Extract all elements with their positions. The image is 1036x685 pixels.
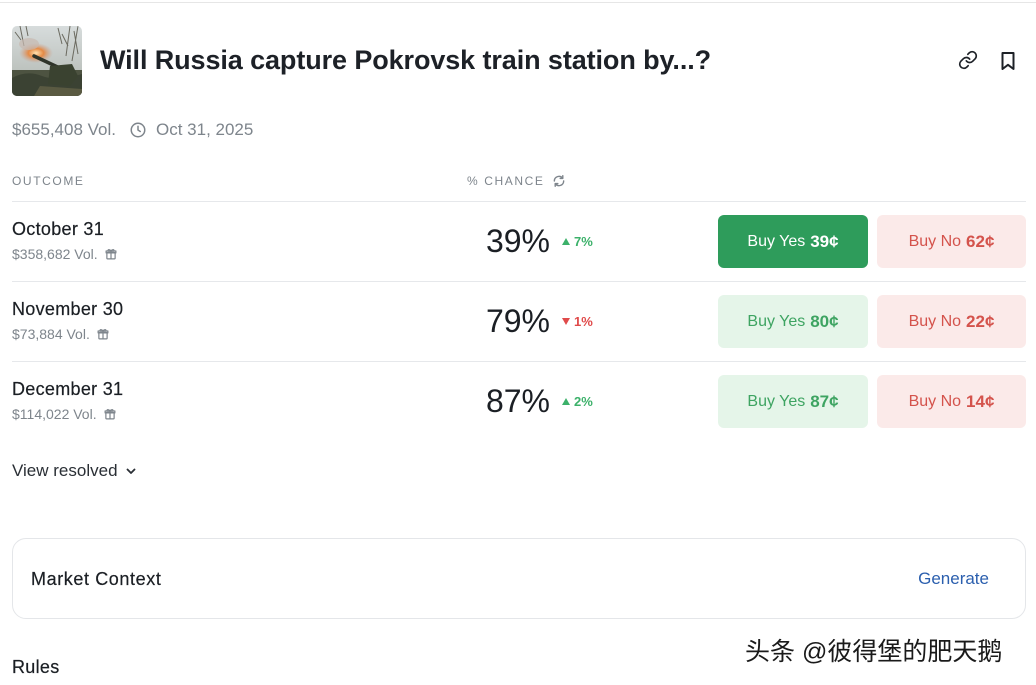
buy-no-price: 62¢ <box>966 231 995 251</box>
outcome-volume: $358,682 Vol. <box>12 246 98 262</box>
outcome-row[interactable]: November 30 $73,884 Vol. 79% 1% Buy Yes … <box>0 282 1036 361</box>
outcome-volume-line: $358,682 Vol. <box>12 245 117 263</box>
triangle-up-icon <box>562 237 570 245</box>
buy-no-label: Buy No <box>908 392 962 410</box>
gift-icon[interactable] <box>105 248 117 260</box>
buy-no-label: Buy No <box>908 232 962 250</box>
market-title: Will Russia capture Pokrovsk train stati… <box>100 45 712 75</box>
chance-change: 2% <box>562 393 593 409</box>
market-end-date: Oct 31, 2025 <box>156 120 254 139</box>
buy-no-label: Buy No <box>908 312 962 330</box>
outcome-chance: 39% <box>485 223 550 259</box>
buy-no-button[interactable]: Buy No 14¢ <box>877 375 1026 428</box>
outcome-volume: $73,884 Vol. <box>12 326 90 342</box>
refresh-icon[interactable] <box>552 174 566 188</box>
outcome-label: December 31 <box>12 379 124 399</box>
buy-yes-button[interactable]: Buy Yes 87¢ <box>718 375 868 428</box>
buy-no-button[interactable]: Buy No 62¢ <box>877 215 1026 268</box>
buy-yes-button[interactable]: Buy Yes 80¢ <box>718 295 868 348</box>
view-resolved-label: View resolved <box>12 461 118 480</box>
buy-yes-label: Buy Yes <box>747 232 806 250</box>
market-context-card: Market Context Generate <box>12 538 1026 619</box>
outcome-volume-line: $114,022 Vol. <box>12 405 116 423</box>
gift-icon[interactable] <box>97 328 109 340</box>
buy-yes-label: Buy Yes <box>747 312 806 330</box>
buy-yes-price: 80¢ <box>810 311 839 331</box>
bookmark-icon[interactable] <box>1000 51 1016 71</box>
outcome-volume-line: $73,884 Vol. <box>12 325 109 343</box>
buy-yes-button[interactable]: Buy Yes 39¢ <box>718 215 868 268</box>
watermark: 头条 @彼得堡的肥天鹅 <box>745 638 1003 666</box>
buy-no-price: 22¢ <box>966 311 995 331</box>
market-thumbnail <box>12 26 82 96</box>
generate-button[interactable]: Generate <box>918 568 989 590</box>
buy-no-button[interactable]: Buy No 22¢ <box>877 295 1026 348</box>
market-context-title: Market Context <box>31 569 162 589</box>
triangle-up-icon <box>562 397 570 405</box>
buy-yes-price: 87¢ <box>810 391 839 411</box>
clock-icon <box>129 121 147 139</box>
outcome-row[interactable]: October 31 $358,682 Vol. 39% 7% Buy Yes … <box>0 202 1036 281</box>
column-header-chance: % CHANCE <box>467 174 545 188</box>
outcome-chance: 79% <box>485 303 550 339</box>
link-icon[interactable] <box>958 50 978 70</box>
chance-change: 1% <box>562 313 593 329</box>
market-volume: $655,408 Vol. <box>12 120 116 139</box>
buy-no-price: 14¢ <box>966 391 995 411</box>
view-resolved-toggle[interactable]: View resolved <box>12 461 137 481</box>
triangle-down-icon <box>562 317 570 325</box>
outcome-label: November 30 <box>12 299 124 319</box>
outcome-volume: $114,022 Vol. <box>12 406 97 422</box>
chevron-down-icon <box>125 465 137 477</box>
chance-change: 7% <box>562 233 593 249</box>
chance-change-value: 1% <box>574 313 593 329</box>
buy-yes-label: Buy Yes <box>747 392 806 410</box>
rules-heading: Rules <box>12 657 60 677</box>
column-header-outcome: OUTCOME <box>12 174 85 188</box>
chance-change-value: 7% <box>574 233 593 249</box>
top-divider <box>0 2 1036 3</box>
market-page: Will Russia capture Pokrovsk train stati… <box>0 0 1036 685</box>
buy-yes-price: 39¢ <box>810 231 839 251</box>
chance-change-value: 2% <box>574 393 593 409</box>
gift-icon[interactable] <box>104 408 116 420</box>
outcome-chance: 87% <box>485 383 550 419</box>
outcome-label: October 31 <box>12 219 105 239</box>
outcome-row[interactable]: December 31 $114,022 Vol. 87% 2% Buy Yes… <box>0 362 1036 441</box>
